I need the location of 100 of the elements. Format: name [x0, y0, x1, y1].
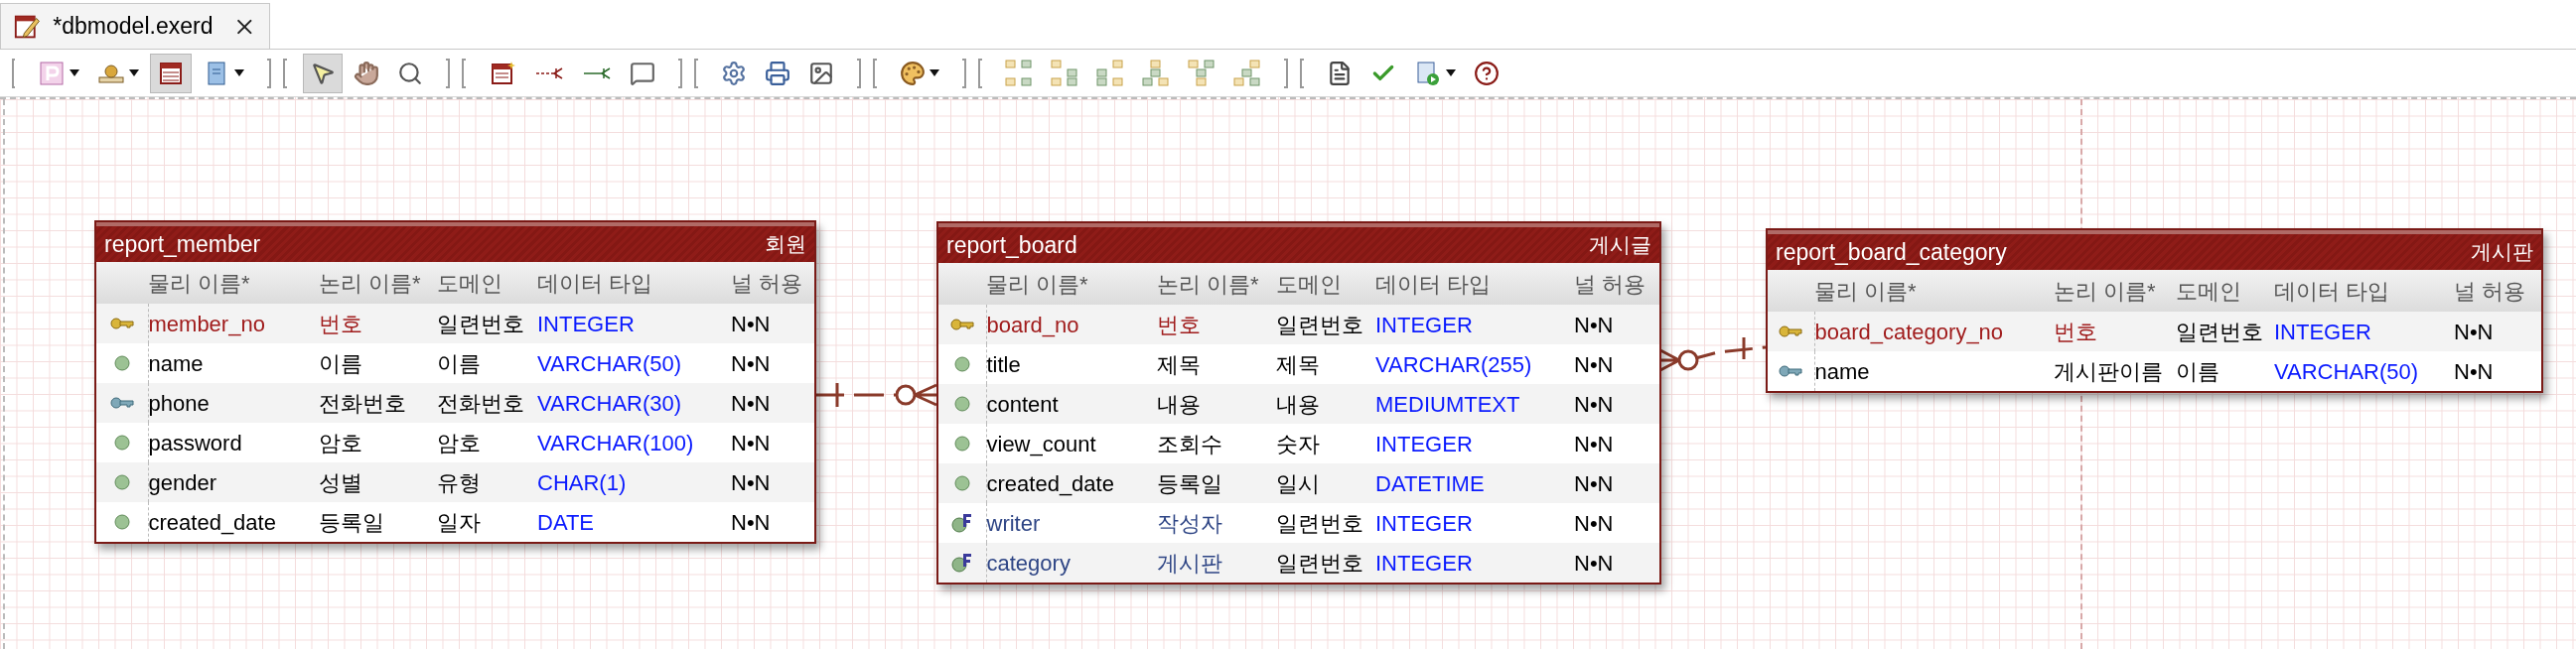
logical-name: 등록일: [1157, 470, 1222, 496]
logical-name: 내용: [1157, 391, 1201, 417]
relationship-line[interactable]: [1658, 337, 1767, 372]
nullable-text: N•N: [731, 509, 771, 535]
column-header: 데이터 타입: [537, 270, 653, 296]
column-row[interactable]: board_no 번호 일련번호 INTEGER N•N: [938, 305, 1659, 344]
column-row[interactable]: content 내용 내용 MEDIUMTEXT N•N: [938, 384, 1659, 424]
domain-name: 이름: [437, 350, 481, 376]
entity-table[interactable]: [936, 221, 1661, 584]
column-icon: [113, 355, 130, 371]
column-row[interactable]: writer 작성자 일련번호 INTEGER N•N: [938, 503, 1659, 543]
data-type: MEDIUMTEXT: [1375, 391, 1520, 417]
column-header: 물리 이름*: [986, 271, 1088, 297]
domain-name: 일시: [1276, 470, 1320, 496]
domain-name: 일련번호: [1276, 550, 1363, 576]
logical-name: 성별: [319, 469, 362, 495]
data-type: INTEGER: [1375, 550, 1473, 576]
physical-name: password: [148, 430, 242, 455]
physical-name: gender: [148, 469, 216, 495]
hand-icon: [354, 60, 379, 86]
table-name: report_board_category: [1776, 237, 2007, 267]
table-name: report_member: [104, 229, 261, 259]
domain-name: 숫자: [1276, 431, 1320, 456]
column-header: 널 허용: [2454, 278, 2526, 304]
column-row[interactable]: name 게시판이름 이름 VARCHAR(50) N•N: [1768, 351, 2541, 391]
entity-table[interactable]: report_board_category 게시판 물리 이름* 논리 이름* 도메인 데이터 타입 널 허용 board_category_no 번호 일련번호 INTEGER N•N name 게시판이름 이름 VARCHAR(50) N•N: [1766, 228, 2543, 393]
column-row[interactable]: gender 성별 유형 CHAR(1) N•N: [96, 462, 814, 502]
domain-name: 암호: [437, 430, 481, 455]
column-row[interactable]: view_count 조회수 숫자 INTEGER N•N: [938, 424, 1659, 463]
domain-name: 이름: [2176, 358, 2219, 384]
caret-icon: [930, 68, 939, 77]
nullable-text: N•N: [731, 469, 771, 495]
nullable-text: N•N: [1574, 550, 1614, 576]
editor-tab[interactable]: *dbmodel.exerd: [0, 3, 270, 49]
data-type: VARCHAR(100): [537, 430, 694, 455]
physical-name: phone: [148, 390, 210, 416]
key-icon: [109, 397, 134, 409]
physical-name: board_no: [986, 312, 1079, 337]
logical-name: 번호: [2054, 319, 2097, 344]
column-row[interactable]: member_no 번호 일련번호 INTEGER N•N: [96, 304, 814, 343]
column-row[interactable]: name 이름 이름 VARCHAR(50) N•N: [96, 343, 814, 383]
table-logical-name: 게시판: [2471, 239, 2533, 266]
relationship-line[interactable]: [814, 383, 938, 407]
key-icon: [1779, 365, 1803, 377]
help-icon: [1474, 60, 1500, 86]
logical-name: 암호: [319, 430, 362, 455]
logical-name: 등록일: [319, 509, 384, 535]
domain-name: 전화번호: [437, 390, 524, 416]
entity-table[interactable]: [94, 220, 816, 544]
domain-name: 일자: [437, 509, 481, 535]
nullable-text: N•N: [731, 390, 771, 416]
domain-name: 일련번호: [1276, 312, 1363, 337]
physical-name: title: [986, 351, 1021, 377]
data-type: DATE: [537, 509, 595, 535]
nullable-text: N•N: [1574, 351, 1614, 377]
foreign-key-icon: [950, 513, 973, 533]
column-header: 논리 이름*: [2054, 278, 2156, 304]
data-type: CHAR(1): [537, 469, 627, 495]
physical-name: name: [1814, 358, 1870, 384]
data-type: VARCHAR(50): [537, 350, 682, 376]
diagram-canvas[interactable]: [0, 97, 2576, 649]
table-logical-name: 회원: [765, 231, 806, 258]
domain-name: 내용: [1276, 391, 1320, 417]
column-row[interactable]: password 암호 암호 VARCHAR(100) N•N: [96, 423, 814, 462]
logical-name: 작성자: [1157, 510, 1222, 536]
column-row[interactable]: board_category_no 번호 일련번호 INTEGER N•N: [1768, 312, 2541, 351]
column-icon: [113, 474, 130, 490]
key-icon: [949, 319, 974, 330]
physical-name: name: [148, 350, 204, 376]
tab-title: *dbmodel.exerd: [53, 12, 214, 42]
layout-icon: [1233, 59, 1261, 87]
key-icon: [1779, 325, 1803, 337]
pointer-tool-button[interactable]: [303, 53, 343, 93]
column-header: 논리 이름*: [319, 270, 421, 296]
layout-icon: [1005, 59, 1033, 87]
data-type: VARCHAR(255): [1375, 351, 1532, 377]
table-view-button[interactable]: [150, 53, 192, 93]
nullable-text: N•N: [1574, 431, 1614, 456]
physical-name: content: [986, 391, 1059, 417]
column-row[interactable]: created_date 등록일 일자 DATE N•N: [96, 502, 814, 542]
column-row[interactable]: title 제목 제목 VARCHAR(255) N•N: [938, 344, 1659, 384]
logical-name: 조회수: [1157, 431, 1222, 456]
nullable-text: N•N: [1574, 470, 1614, 496]
layout-icon: [1051, 59, 1078, 87]
column-row[interactable]: phone 전화번호 전화번호 VARCHAR(30) N•N: [96, 383, 814, 423]
document-play-icon: [1414, 59, 1442, 87]
nullable-text: N•N: [731, 430, 771, 455]
column-icon: [113, 435, 130, 451]
table-logical-name: 게시글: [1589, 232, 1651, 259]
column-header: 데이터 타입: [1375, 271, 1492, 297]
report-icon: [1327, 60, 1353, 86]
column-icon: [953, 475, 970, 491]
column-row[interactable]: category 게시판 일련번호 INTEGER N•N: [938, 543, 1659, 583]
search-icon: [397, 60, 423, 86]
logical-name: 제목: [1157, 351, 1201, 377]
column-icon: [113, 514, 130, 530]
data-type: VARCHAR(30): [537, 390, 682, 416]
data-type: INTEGER: [537, 311, 635, 336]
nullable-text: N•N: [1574, 510, 1614, 536]
column-row[interactable]: created_date 등록일 일시 DATETIME N•N: [938, 463, 1659, 503]
